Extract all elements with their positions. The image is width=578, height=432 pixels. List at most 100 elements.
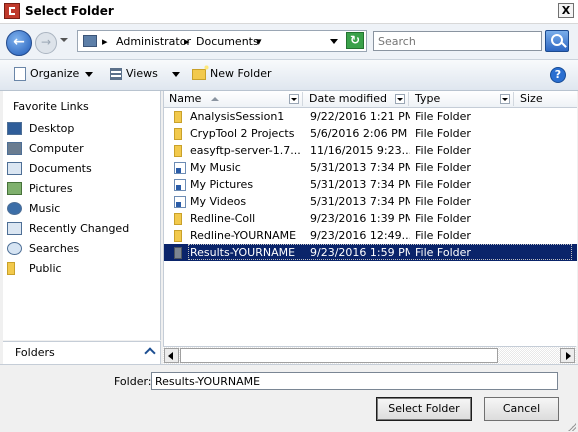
file-type: File Folder <box>415 144 471 157</box>
dialog-footer: Folder: Select Folder Cancel <box>0 364 578 432</box>
desktop-icon <box>7 122 22 135</box>
breadcrumb-separator-icon[interactable]: ▸ <box>184 35 190 48</box>
column-size-label: Size <box>520 92 543 105</box>
file-date: 9/23/2016 1:59 PM <box>310 246 410 259</box>
column-filter-icon[interactable] <box>500 94 510 104</box>
file-name: CrypTool 2 Projects <box>190 127 295 140</box>
folder-icon <box>7 262 15 275</box>
scroll-right-button[interactable] <box>560 348 575 363</box>
table-row[interactable]: My Videos 5/31/2013 7:34 PM File Folder <box>164 193 577 210</box>
file-date: 5/6/2016 2:06 PM <box>310 127 408 140</box>
new-folder-label: New Folder <box>210 67 272 80</box>
nav-item-documents[interactable]: Documents <box>3 159 160 179</box>
nav-item-pictures[interactable]: Pictures <box>3 179 160 199</box>
forward-button[interactable]: → <box>35 32 57 54</box>
table-row[interactable]: Redline-YOURNAME 9/23/2016 12:49... File F… <box>164 227 577 244</box>
file-name: My Pictures <box>190 178 254 191</box>
select-folder-button[interactable]: Select Folder <box>376 397 472 421</box>
nav-item-recently-changed[interactable]: Recently Changed <box>3 219 160 239</box>
table-row[interactable]: CrypTool 2 Projects 5/6/2016 2:06 PM File … <box>164 125 577 142</box>
resize-grip-icon[interactable] <box>566 421 576 431</box>
location-icon <box>83 35 97 47</box>
file-date: 11/16/2015 9:23... <box>310 144 410 157</box>
folder-icon <box>174 145 182 157</box>
column-header-type[interactable]: Type <box>410 92 514 106</box>
pictures-icon <box>7 182 22 195</box>
nav-item-desktop[interactable]: Desktop <box>3 119 160 139</box>
column-type-label: Type <box>415 92 441 105</box>
table-row[interactable]: Redline-Coll 9/23/2016 1:39 PM File Folder <box>164 210 577 227</box>
column-header-size[interactable]: Size <box>515 92 577 106</box>
search-input[interactable] <box>374 32 542 50</box>
music-icon <box>7 202 22 215</box>
nav-item-label: Computer <box>29 142 84 155</box>
file-name: Results-YOURNAME <box>190 246 296 259</box>
back-button[interactable]: ← <box>6 30 32 56</box>
scroll-left-button[interactable] <box>164 348 179 363</box>
table-row[interactable]: My Music 5/31/2013 7:34 PM File Folder <box>164 159 577 176</box>
scrollbar-thumb[interactable] <box>180 348 498 363</box>
folder-icon <box>174 247 182 259</box>
new-folder-button[interactable]: New Folder <box>192 63 272 80</box>
nav-item-label: Music <box>29 202 61 215</box>
views-icon <box>110 68 122 80</box>
horizontal-scrollbar[interactable] <box>163 346 576 364</box>
file-type: File Folder <box>415 229 471 242</box>
breadcrumb-separator-icon[interactable]: ▸ <box>102 35 108 48</box>
breadcrumb[interactable]: ▸ Administrator ▸ Documents ▾ <box>77 30 367 52</box>
folders-toggle[interactable]: Folders <box>3 341 161 364</box>
column-headers: Name Date modified Type Size <box>164 91 577 108</box>
nav-item-label: Documents <box>29 162 92 175</box>
table-row[interactable]: My Pictures 5/31/2013 7:34 PM File Folder <box>164 176 577 193</box>
search-button[interactable] <box>545 30 569 52</box>
file-rows: AnalysisSession1 9/22/2016 1:21 PM File Fo… <box>164 108 577 261</box>
forward-arrow-icon: → <box>40 35 52 49</box>
address-bar: ← → ▸ Administrator ▸ Documents ▾ ↻ <box>0 24 578 60</box>
close-button[interactable]: X <box>558 3 574 18</box>
shortcut-folder-icon <box>174 196 186 208</box>
nav-item-computer[interactable]: Computer <box>3 139 160 159</box>
nav-item-public[interactable]: Public <box>3 259 160 279</box>
help-button[interactable]: ? <box>550 67 566 83</box>
file-date: 5/31/2013 7:34 PM <box>310 195 410 208</box>
nav-item-music[interactable]: Music <box>3 199 160 219</box>
column-filter-icon[interactable] <box>395 94 405 104</box>
file-date: 9/23/2016 1:39 PM <box>310 212 410 225</box>
breadcrumb-documents[interactable]: Documents <box>196 35 259 48</box>
computer-icon <box>7 142 22 155</box>
column-filter-icon[interactable] <box>289 94 299 104</box>
table-row[interactable]: easyftp-server-1.7.... 11/16/2015 9:23...… <box>164 142 577 159</box>
organize-icon <box>14 67 26 81</box>
file-name: easyftp-server-1.7.... <box>190 144 300 157</box>
organize-menu[interactable]: Organize <box>14 67 94 81</box>
window-title: Select Folder <box>25 4 114 18</box>
folders-label: Folders <box>15 346 55 359</box>
column-header-date-modified[interactable]: Date modified <box>304 92 409 106</box>
search-field[interactable] <box>373 31 542 51</box>
file-name: My Videos <box>190 195 247 208</box>
breadcrumb-administrator[interactable]: Administrator <box>116 35 191 48</box>
navigation-pane: Favorite Links Desktop Computer Document… <box>3 91 161 340</box>
column-header-name[interactable]: Name <box>164 92 303 106</box>
views-menu[interactable]: Views <box>110 67 180 80</box>
recent-pages-dropdown[interactable] <box>60 38 68 42</box>
file-name: My Music <box>190 161 241 174</box>
new-folder-icon <box>192 63 210 80</box>
organize-label: Organize <box>30 67 80 80</box>
folder-name-input[interactable] <box>151 372 558 390</box>
cancel-button[interactable]: Cancel <box>484 397 559 421</box>
chevron-down-icon <box>85 71 94 77</box>
select-folder-dialog: Select Folder X ← → ▸ Administrator ▸ Do… <box>0 0 578 432</box>
nav-item-label: Searches <box>29 242 80 255</box>
app-icon <box>4 3 20 19</box>
nav-item-label: Desktop <box>29 122 75 135</box>
shortcut-folder-icon <box>174 162 186 174</box>
table-row-selected[interactable]: Results-YOURNAME 9/23/2016 1:59 PM File Fo… <box>164 244 577 261</box>
breadcrumb-separator-icon[interactable]: ▾ <box>256 35 262 48</box>
nav-item-label: Pictures <box>29 182 73 195</box>
table-row[interactable]: AnalysisSession1 9/22/2016 1:21 PM File Fo… <box>164 108 577 125</box>
file-date: 5/31/2013 7:34 PM <box>310 178 410 191</box>
nav-item-searches[interactable]: Searches <box>3 239 160 259</box>
address-dropdown-icon[interactable] <box>330 39 338 44</box>
refresh-button[interactable]: ↻ <box>346 32 364 49</box>
